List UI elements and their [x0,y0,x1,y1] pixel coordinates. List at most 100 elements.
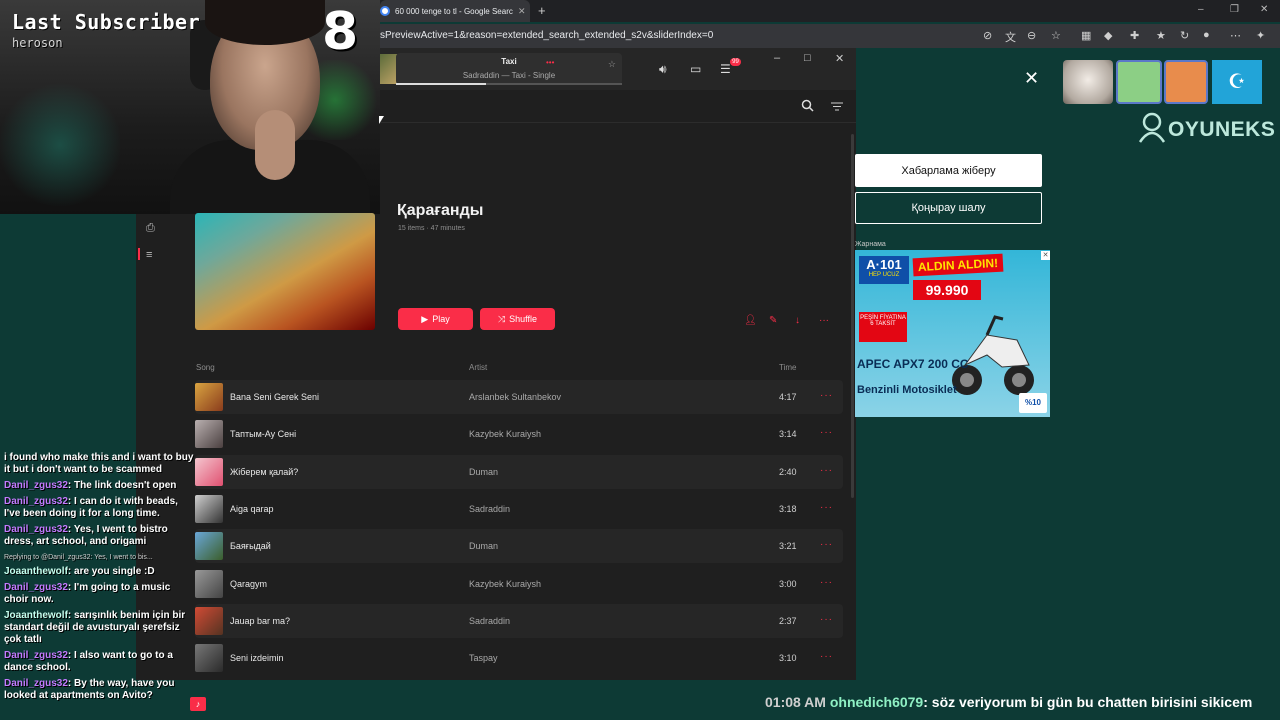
scrollbar[interactable] [851,134,854,498]
track-more-icon[interactable]: ··· [820,390,833,401]
track-artist[interactable]: Sadraddin [469,504,510,514]
track-row[interactable]: Seni izdeimin Taspay 3:10 ··· [195,641,843,675]
playback-progress[interactable] [396,83,622,85]
extension-puzzle-icon[interactable]: ✚ [1130,29,1139,42]
ad-brand: A·101 [859,256,909,284]
track-artist[interactable]: Sadraddin [469,616,510,626]
eye-off-icon[interactable]: ⊘ [983,29,992,42]
chat-message: Danil_zgus32: I can do it with beads, I'… [4,496,178,519]
lyrics-icon[interactable]: ▭ [690,62,701,76]
extension-icon[interactable]: ▦ [1081,29,1091,42]
queue-icon[interactable]: ☰ [720,62,731,76]
chat-username[interactable]: Danil_zgus32 [4,480,68,491]
history-icon[interactable]: ↻ [1180,29,1189,42]
chat-username[interactable]: Joaanthewolf [4,610,68,621]
track-more-icon[interactable]: ··· [820,614,833,625]
taskbar [0,690,215,720]
menu-icon[interactable]: ⋯ [1230,29,1241,42]
sidebar-active-indicator [138,248,140,260]
chat-username[interactable]: Danil_zgus32 [4,496,68,507]
track-title: Aiga qarap [230,503,274,514]
close-window-icon[interactable]: ✕ [1260,4,1268,15]
track-title: Bana Seni Gerek Seni [230,392,320,402]
call-button[interactable]: Қоңырау шалу [855,192,1042,224]
sidebar-playlists-icon[interactable]: ≡ [146,249,152,261]
column-header-time[interactable]: Time [779,363,796,372]
minimize-icon[interactable]: – [1198,4,1204,15]
more-options-icon[interactable]: ··· [819,315,829,326]
zoom-icon[interactable]: ⊖ [1027,29,1036,42]
track-artist[interactable]: Duman [469,541,498,551]
advertisement[interactable]: A·101 HEP UCUZ ALDIN ALDIN! 99.990 PEŞİN… [855,250,1050,417]
track-more-icon[interactable]: ··· [820,465,833,476]
url-text[interactable]: sPreviewActive=1&reason=extended_search_… [380,30,713,41]
chat-username[interactable]: Danil_zgus32 [4,524,68,535]
shuffle-button[interactable]: ⤨ Shuffle [480,308,555,330]
track-artwork [195,383,223,411]
bookmark-star-icon[interactable]: ☆ [1051,29,1061,42]
chat-message: Danil_zgus32: The link doesn't open [4,480,177,491]
ad-close-icon[interactable]: ✕ [1041,251,1050,260]
send-message-button[interactable]: Хабарлама жіберу [855,154,1042,187]
track-more-icon[interactable]: ··· [820,651,833,662]
playlist-artwork [195,213,375,330]
favorite-star-icon[interactable]: ☆ [608,59,616,70]
oyuneks-logo-icon [1138,112,1166,143]
track-more-icon[interactable]: ··· [820,577,833,588]
track-title: Таптым-Ау Сені [230,429,297,440]
browser-tab-strip: 60 000 tenge to tl - Google Search ✕ + –… [380,0,1280,22]
search-icon[interactable] [801,99,814,112]
tab-close-icon[interactable]: ✕ [518,6,526,17]
download-icon[interactable]: ↓ [795,315,800,326]
now-playing-box[interactable]: Taxi ••• Sadraddin — Taxi - Single ☆ [396,53,622,85]
favorites-icon[interactable]: ★ [1156,29,1166,42]
track-more-icon[interactable]: ··· [820,539,833,550]
chat-username[interactable]: Danil_zgus32 [4,582,68,593]
chat-username[interactable]: Danil_zgus32 [4,678,68,689]
track-more-icon[interactable]: ··· [820,427,833,438]
track-artwork [195,606,223,635]
extension-diamond-icon[interactable]: ◆ [1104,29,1112,42]
track-title: Jauap bar ma? [230,615,291,626]
copilot-icon[interactable]: ✦ [1256,29,1265,42]
track-row[interactable]: Таптым-Ау Сені Kazybek Kuraiysh 3:14 ··· [195,417,843,451]
track-row[interactable]: Qaragym Kazybek Kuraiysh 3:00 ··· [195,567,843,601]
track-duration: 3:18 [779,503,797,514]
now-playing-subtitle: Sadraddin — Taxi - Single [462,71,556,80]
column-header-artist[interactable]: Artist [469,363,487,372]
chat-username[interactable]: Joaanthewolf [4,566,68,577]
track-row[interactable]: Жіберем қалай? Duman 2:40 ··· [195,454,843,489]
volume-icon[interactable]: 🔊︎ [659,62,667,77]
music-maximize-icon[interactable]: □ [804,52,811,64]
track-artist[interactable]: Kazybek Kuraiysh [469,429,541,439]
track-more-icon[interactable]: ··· [820,502,833,513]
track-artist[interactable]: Arslanbek Sultanbekov [469,392,561,402]
track-row[interactable]: Aiga qarap Sadraddin 3:18 ··· [195,492,843,526]
track-title: Жіберем қалай? [230,466,299,477]
edit-pencil-icon[interactable]: ✎ [769,315,777,326]
new-tab-icon[interactable]: + [538,3,546,18]
music-close-icon[interactable]: ✕ [835,52,844,65]
track-artist[interactable]: Kazybek Kuraiysh [469,579,541,589]
browser-tab[interactable]: 60 000 tenge to tl - Google Search ✕ [380,0,530,22]
track-artist[interactable]: Taspay [469,653,498,663]
translate-icon[interactable]: 文 [1005,29,1016,45]
track-row[interactable]: Bana Seni Gerek Seni Arslanbek Sultanbeko… [195,380,843,414]
track-row[interactable]: Jauap bar ma? Sadraddin 2:37 ··· [195,603,843,638]
chat-message: Danil_zgus32: Yes, I went to bistro dres… [4,524,168,547]
maximize-icon[interactable]: ❐ [1230,4,1239,15]
chat-username[interactable]: Danil_zgus32 [4,650,68,661]
column-header-song[interactable]: Song [196,363,215,372]
sort-filter-icon[interactable] [831,102,843,111]
sidebar-library-icon[interactable]: ⎙ [146,222,155,235]
profile-avatar-icon[interactable]: ● [1203,29,1210,41]
address-bar[interactable]: sPreviewActive=1&reason=extended_search_… [380,24,1280,48]
chat-message: Joaanthewolf: sarışınlık benim için bir … [4,610,186,645]
track-row[interactable]: Баяғыдай Duman 3:21 ··· [195,529,843,564]
track-artist[interactable]: Duman [469,467,498,477]
play-button[interactable]: ▶ Play [398,308,473,330]
music-minimize-icon[interactable]: – [774,52,780,64]
close-icon[interactable]: ✕ [1024,68,1039,89]
collaborate-icon[interactable]: 👤︎ [744,315,757,326]
music-taskbar-icon[interactable]: ♪ [190,697,206,711]
